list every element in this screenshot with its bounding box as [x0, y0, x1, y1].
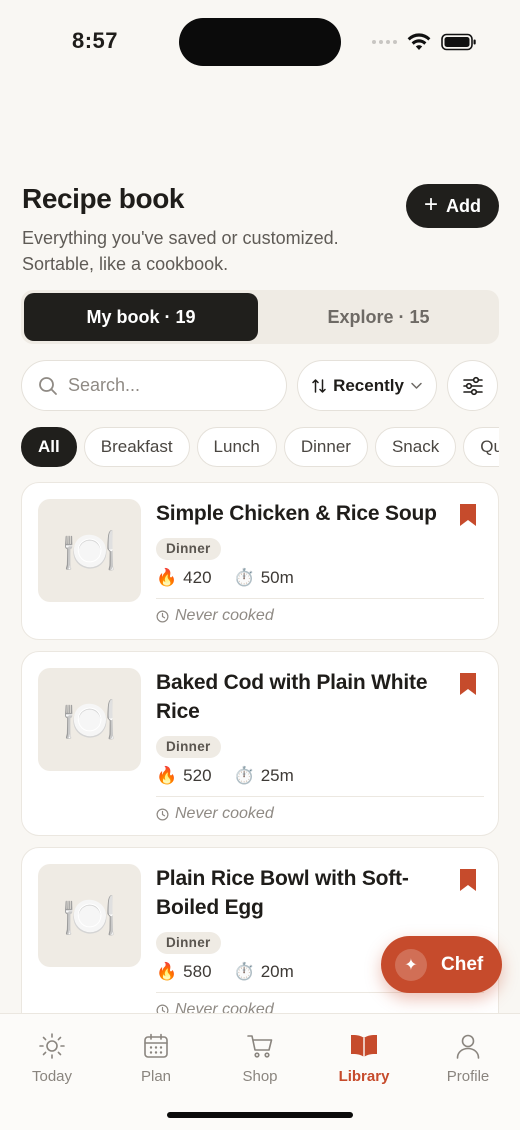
search-icon: [39, 376, 57, 395]
sort-label: Recently: [333, 375, 404, 395]
tab-shop-label: Shop: [242, 1068, 278, 1085]
fire-icon: 🔥: [156, 962, 178, 981]
home-indicator: [167, 1112, 353, 1118]
filter-button[interactable]: [447, 360, 498, 411]
cooked-status: Never cooked: [175, 805, 274, 822]
stopwatch-icon: ⏱️: [233, 766, 255, 785]
tab-plan[interactable]: Plan: [104, 1032, 208, 1085]
plus-icon: +: [423, 191, 438, 218]
chevron-down-icon: [411, 382, 422, 389]
stopwatch-icon: ⏱️: [233, 962, 255, 981]
recipe-calories: 580: [183, 962, 212, 981]
dynamic-island: [179, 18, 341, 66]
recipe-card[interactable]: 🍽️ Simple Chicken & Rice Soup Dinner 🔥 42…: [21, 482, 499, 640]
sun-icon: [39, 1033, 65, 1059]
chip-lunch[interactable]: Lunch: [196, 427, 277, 467]
chip-breakfast[interactable]: Breakfast: [83, 427, 190, 467]
card-divider: [156, 796, 484, 797]
cart-icon: [247, 1035, 273, 1058]
recipe-tag: Dinner: [156, 932, 221, 954]
tab-today-label: Today: [31, 1068, 73, 1085]
recipe-time: 20m: [260, 962, 294, 981]
recipe-thumbnail: 🍽️: [38, 864, 141, 967]
signal-icon: [372, 40, 397, 44]
search-input[interactable]: Search...: [21, 360, 287, 411]
plate-icon: 🍽️: [62, 695, 117, 745]
tab-library[interactable]: Library: [312, 1032, 416, 1085]
sparkle-icon: ✦: [395, 948, 427, 981]
tab-shop[interactable]: Shop: [208, 1032, 312, 1085]
recipe-title: Baked Cod with Plain White Rice: [156, 671, 428, 723]
chip-quick[interactable]: Qu: [463, 427, 499, 467]
battery-icon: [441, 33, 476, 51]
sort-dropdown[interactable]: Recently: [297, 360, 437, 411]
clock-icon: [156, 610, 169, 622]
recipe-thumbnail: 🍽️: [38, 499, 141, 602]
book-segmented-control: My book · 19 Explore · 15: [21, 290, 499, 344]
recipe-title: Simple Chicken & Rice Soup: [156, 502, 437, 525]
recipe-tag: Dinner: [156, 736, 221, 758]
card-divider: [156, 598, 484, 599]
tab-explore[interactable]: Explore · 15: [261, 293, 496, 341]
fire-icon: 🔥: [156, 766, 178, 785]
search-placeholder: Search...: [68, 375, 141, 395]
calendar-icon: [144, 1033, 168, 1058]
chip-snack[interactable]: Snack: [374, 427, 457, 467]
add-recipe-button[interactable]: + Add: [406, 184, 499, 228]
chip-dinner[interactable]: Dinner: [283, 427, 368, 467]
book-icon: [351, 1034, 377, 1057]
fire-icon: 🔥: [156, 568, 178, 587]
recipe-thumbnail: 🍽️: [38, 668, 141, 771]
page-title: Recipe book: [22, 183, 185, 214]
bookmark-icon[interactable]: [459, 672, 477, 696]
status-icons: [372, 33, 477, 51]
recipe-time: 50m: [260, 568, 294, 587]
recipe-tag: Dinner: [156, 538, 221, 560]
tab-plan-label: Plan: [140, 1068, 172, 1085]
tab-profile-label: Profile: [446, 1068, 490, 1085]
clock-icon: [156, 808, 169, 820]
sliders-icon: [462, 376, 483, 395]
recipe-card[interactable]: 🍽️ Baked Cod with Plain White Rice Dinne…: [21, 651, 499, 836]
tab-library-label: Library: [338, 1068, 390, 1085]
stopwatch-icon: ⏱️: [233, 568, 255, 587]
bookmark-icon[interactable]: [459, 503, 477, 527]
plate-icon: 🍽️: [62, 526, 117, 576]
tab-today[interactable]: Today: [0, 1032, 104, 1085]
page-subtitle: Everything you've saved or customized. S…: [22, 228, 339, 274]
status-time: 8:57: [72, 28, 119, 53]
recipe-title: Plain Rice Bowl with Soft-Boiled Egg: [156, 867, 409, 919]
chef-assistant-button[interactable]: ✦ Chef: [381, 936, 502, 993]
plate-icon: 🍽️: [62, 891, 117, 941]
recipe-time: 25m: [260, 766, 294, 785]
person-icon: [456, 1034, 480, 1059]
recipe-calories: 420: [183, 568, 212, 587]
category-chips: All Breakfast Lunch Dinner Snack Qu: [21, 427, 499, 467]
cooked-status: Never cooked: [175, 607, 274, 624]
wifi-icon: [407, 33, 431, 50]
add-button-label: Add: [446, 195, 481, 216]
chip-all[interactable]: All: [21, 427, 77, 467]
tab-my-book[interactable]: My book · 19: [24, 293, 258, 341]
tab-profile[interactable]: Profile: [416, 1032, 520, 1085]
recipe-calories: 520: [183, 766, 212, 785]
sort-arrows-icon: [312, 378, 326, 393]
bookmark-icon[interactable]: [459, 868, 477, 892]
chef-label: Chef: [441, 953, 484, 975]
